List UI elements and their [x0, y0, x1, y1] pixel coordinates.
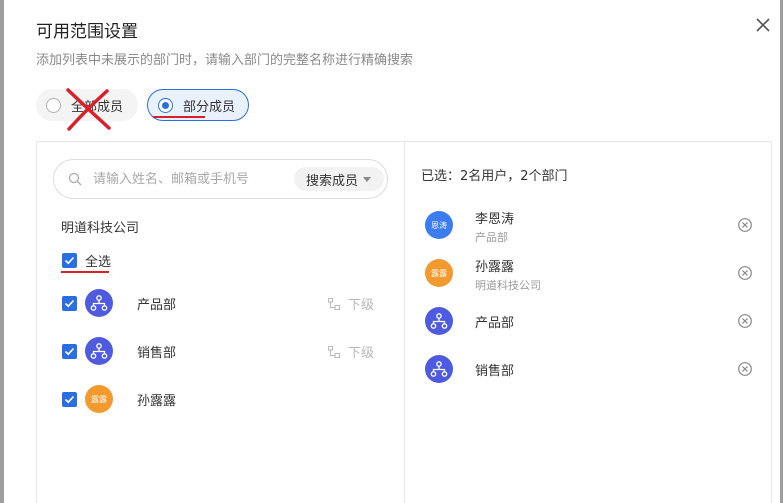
user-avatar: 露露: [425, 259, 453, 287]
selected-summary: 已选：2名用户，2个部门: [421, 169, 568, 184]
search-icon: [68, 172, 82, 186]
sublevel-icon: [327, 345, 341, 358]
radio-circle: [46, 97, 61, 113]
radio-all-members-label: 全部成员: [71, 99, 124, 115]
department-avatar: [425, 355, 453, 383]
panel-divider: [404, 141, 405, 503]
selected-item-name: 孙露露: [475, 260, 515, 275]
tree-item-label: 孙露露: [137, 394, 177, 409]
selected-item-name: 李恩涛: [475, 212, 515, 227]
sublevel-button[interactable]: 下级: [327, 294, 374, 313]
remove-circle-icon[interactable]: [737, 313, 753, 329]
check-icon: [64, 347, 75, 356]
user-avatar: 露露: [85, 385, 113, 413]
remove-circle-icon[interactable]: [737, 217, 753, 233]
radio-circle-checked: [158, 97, 173, 113]
sublevel-button[interactable]: 下级: [327, 342, 374, 361]
selected-item-name: 销售部: [475, 364, 515, 379]
tree-item-label[interactable]: 销售部: [137, 342, 176, 361]
check-icon: [64, 256, 75, 265]
search-input[interactable]: [93, 163, 288, 195]
dialog-subtitle: 添加列表中未展示的部门时，请输入部门的完整名称进行精确搜索: [36, 53, 414, 68]
sublevel-label: 下级: [348, 346, 375, 361]
remove-circle-icon[interactable]: [737, 265, 753, 281]
check-icon: [64, 395, 75, 404]
org-chart-icon: [430, 313, 448, 329]
user-avatar: 恩涛: [425, 211, 453, 239]
check-icon: [64, 299, 75, 308]
annotation-underline: [61, 271, 109, 273]
department-avatar: [425, 307, 453, 335]
dialog-title: 可用范围设置: [36, 22, 138, 42]
caret-down-icon: [363, 176, 372, 182]
checkbox-user-sunlulu[interactable]: [62, 392, 77, 407]
radio-all-members[interactable]: 全部成员: [36, 89, 138, 121]
checkbox-dept-product[interactable]: [62, 296, 77, 311]
radio-partial-members-label: 部分成员: [183, 99, 236, 115]
company-name: 明道科技公司: [61, 221, 140, 236]
close-button[interactable]: [752, 14, 774, 36]
org-chart-icon: [90, 343, 108, 359]
org-chart-icon: [430, 361, 448, 377]
annotation-underline: [153, 116, 205, 118]
selected-item-sub: 明道科技公司: [475, 279, 541, 292]
select-all-label: 全选: [85, 255, 112, 270]
sublevel-label: 下级: [348, 298, 375, 313]
close-icon: [756, 18, 770, 32]
tree-item-label[interactable]: 产品部: [137, 294, 176, 313]
selected-item-name: 产品部: [475, 316, 515, 331]
selected-item-sub: 产品部: [475, 231, 508, 244]
search-scope-label: 搜索成员: [306, 173, 359, 189]
sublevel-icon: [327, 297, 341, 310]
department-avatar: [85, 289, 113, 317]
window-left-edge: [0, 0, 4, 503]
remove-circle-icon[interactable]: [737, 361, 753, 377]
department-avatar: [85, 337, 113, 365]
search-scope-dropdown[interactable]: 搜索成员: [294, 167, 384, 191]
select-all-checkbox[interactable]: [62, 253, 77, 268]
org-chart-icon: [90, 295, 108, 311]
checkbox-dept-sales[interactable]: [62, 344, 77, 359]
